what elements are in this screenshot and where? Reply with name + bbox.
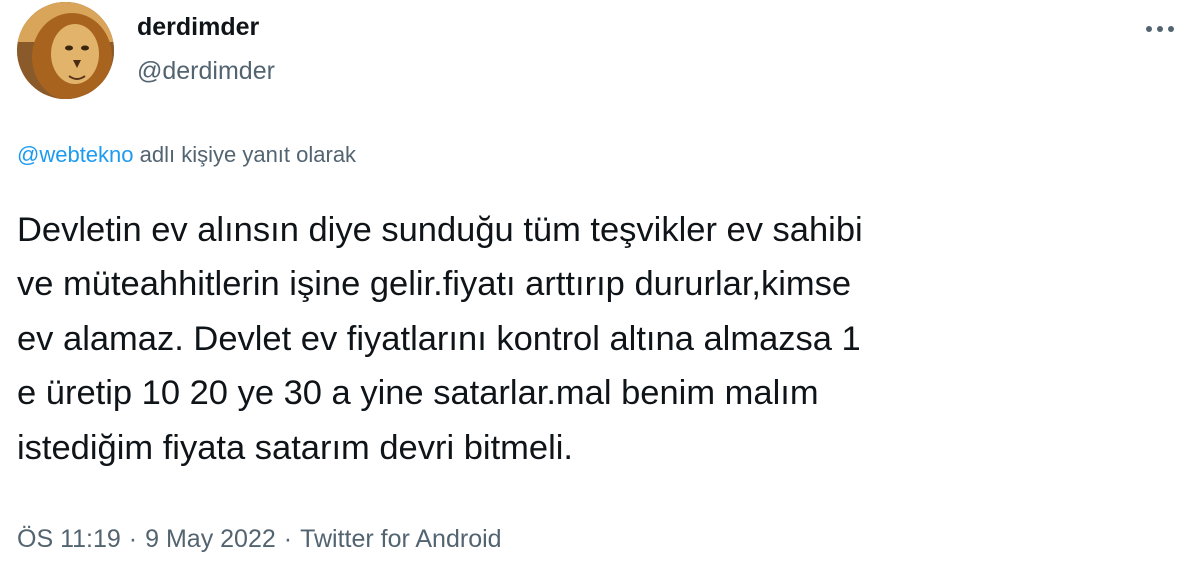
avatar[interactable] [17, 2, 114, 99]
tweet-date[interactable]: 9 May 2022 [145, 525, 276, 553]
author-display-name[interactable]: derdimder [137, 13, 259, 42]
reply-mention-link[interactable]: @webtekno [17, 142, 134, 167]
tweet-source[interactable]: Twitter for Android [300, 525, 501, 553]
tweet-time[interactable]: ÖS 11:19 [17, 525, 121, 553]
reply-context: @webtekno adlı kişiye yanıt olarak [17, 142, 356, 168]
tweet-meta: ÖS 11:19 · 9 May 2022 · Twitter for Android [17, 525, 502, 554]
more-horizontal-icon [1146, 26, 1174, 32]
tweet-text: Devletin ev alınsın diye sunduğu tüm teş… [17, 211, 863, 467]
more-options-button[interactable] [1138, 12, 1182, 46]
reply-context-label: adlı kişiye yanıt olarak [133, 142, 357, 167]
author-handle[interactable]: @derdimder [137, 57, 275, 86]
meta-separator: · [128, 525, 138, 553]
lion-avatar-icon [17, 2, 114, 99]
meta-separator: · [283, 525, 293, 553]
